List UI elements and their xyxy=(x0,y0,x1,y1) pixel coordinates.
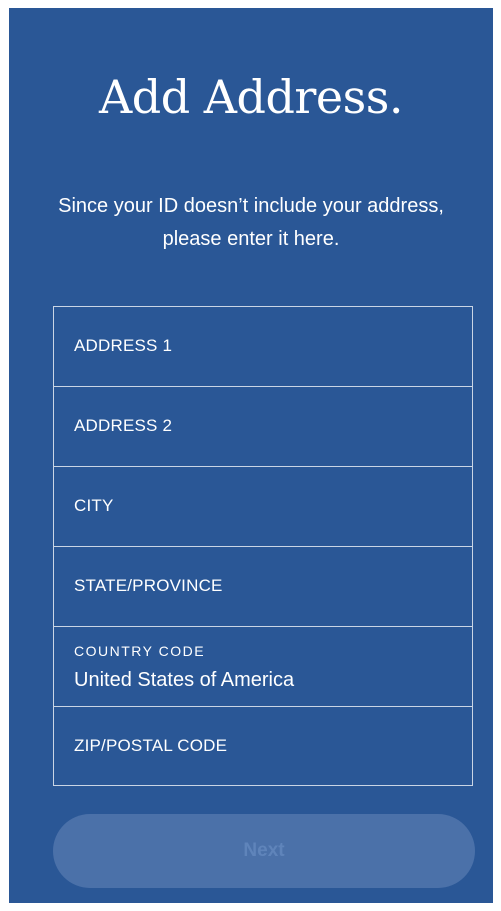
zip-postal-code-field[interactable]: ZIP/POSTAL CODE xyxy=(54,707,472,787)
country-code-value: United States of America xyxy=(74,669,295,691)
page-subtitle: Since your ID doesn’t include your addre… xyxy=(58,195,444,250)
address1-field[interactable]: ADDRESS 1 xyxy=(54,307,472,387)
country-code-label: COUNTRY CODE xyxy=(74,643,206,659)
next-button[interactable]: Next xyxy=(53,814,475,888)
address-form: ADDRESS 1 ADDRESS 2 CITY STATE/PROVINCE … xyxy=(53,306,473,786)
page-title: Add Address. xyxy=(99,70,403,124)
address2-field[interactable]: ADDRESS 2 xyxy=(54,387,472,467)
state-province-field[interactable]: STATE/PROVINCE xyxy=(54,547,472,627)
address2-placeholder: ADDRESS 2 xyxy=(74,416,173,435)
zip-postal-code-placeholder: ZIP/POSTAL CODE xyxy=(74,736,228,755)
address1-placeholder: ADDRESS 1 xyxy=(74,336,173,355)
city-field[interactable]: CITY xyxy=(54,467,472,547)
city-placeholder: CITY xyxy=(74,496,114,515)
country-code-field[interactable]: COUNTRY CODE United States of America xyxy=(54,627,472,707)
add-address-screen: Add Address. Since your ID doesn’t inclu… xyxy=(9,8,493,903)
state-province-placeholder: STATE/PROVINCE xyxy=(74,576,223,595)
